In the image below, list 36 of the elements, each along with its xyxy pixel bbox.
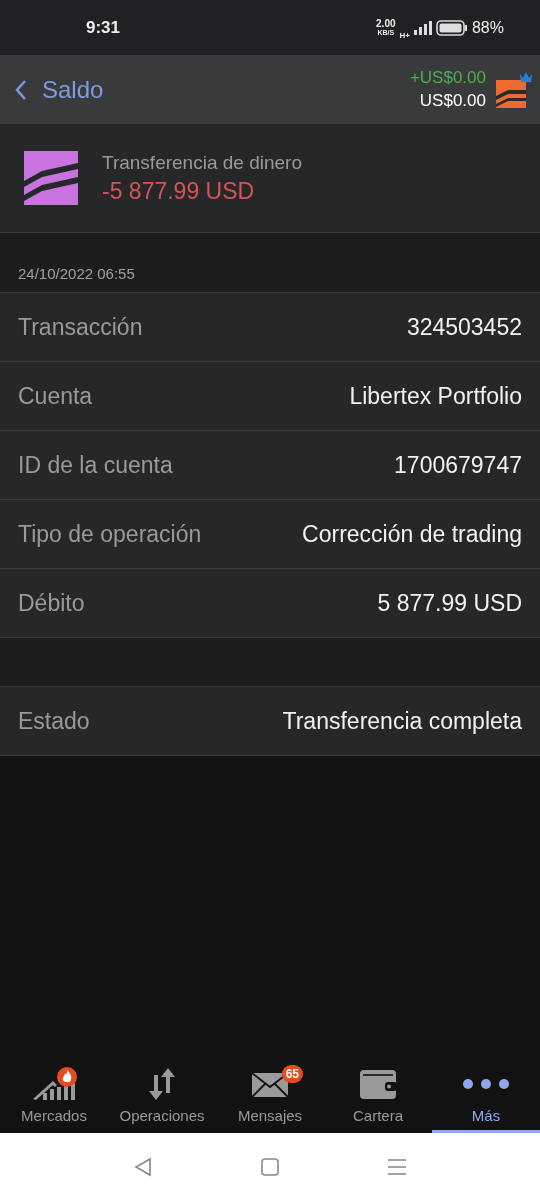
back-icon — [14, 78, 28, 101]
transaction-date: 24/10/2022 06:55 — [0, 233, 540, 292]
flame-icon — [57, 1067, 77, 1087]
signal-icon — [413, 20, 432, 35]
detail-label: ID de la cuenta — [18, 451, 173, 479]
detail-label: Débito — [18, 589, 85, 617]
battery-icon — [435, 19, 468, 36]
detail-value: 324503452 — [406, 313, 522, 341]
transfer-icon — [24, 151, 78, 205]
more-icon — [462, 1078, 510, 1090]
network-type: H+ — [399, 31, 410, 40]
nav-tab[interactable]: Cartera — [324, 1065, 432, 1133]
balance-amount: US$0.00 — [419, 89, 486, 112]
status-label: Estado — [18, 707, 90, 735]
nav-tab[interactable]: Mercados — [0, 1065, 108, 1133]
detail-value: 5 877.99 USD — [377, 589, 522, 617]
home-nav-icon[interactable] — [261, 1157, 279, 1176]
transfer-type: Transferencia de dinero — [102, 151, 302, 174]
unread-badge: 65 — [281, 1065, 303, 1083]
status-time: 9:31 — [86, 17, 121, 38]
battery-level: 88% — [471, 18, 504, 37]
balance-change: +US$0.00 — [409, 67, 486, 90]
detail-label: Transacción — [18, 313, 143, 341]
back-button[interactable]: Saldo — [14, 75, 104, 104]
menu-icon[interactable] — [387, 1157, 407, 1176]
detail-value: Corrección de trading — [302, 520, 522, 548]
detail-value: 1700679747 — [394, 451, 522, 479]
status-value: Transferencia completa — [282, 707, 522, 735]
detail-label: Tipo de operación — [18, 520, 202, 548]
transfer-amount: -5 877.99 USD — [102, 177, 256, 205]
nav-tab[interactable]: 65 Mensajes — [216, 1065, 324, 1133]
nav-tab[interactable]: Operaciones — [108, 1065, 216, 1133]
detail-value: Libertex Portfolio — [349, 382, 522, 410]
detail-label: Cuenta — [18, 382, 93, 410]
back-nav-icon[interactable] — [133, 1156, 153, 1177]
wallet-icon — [359, 1068, 397, 1100]
